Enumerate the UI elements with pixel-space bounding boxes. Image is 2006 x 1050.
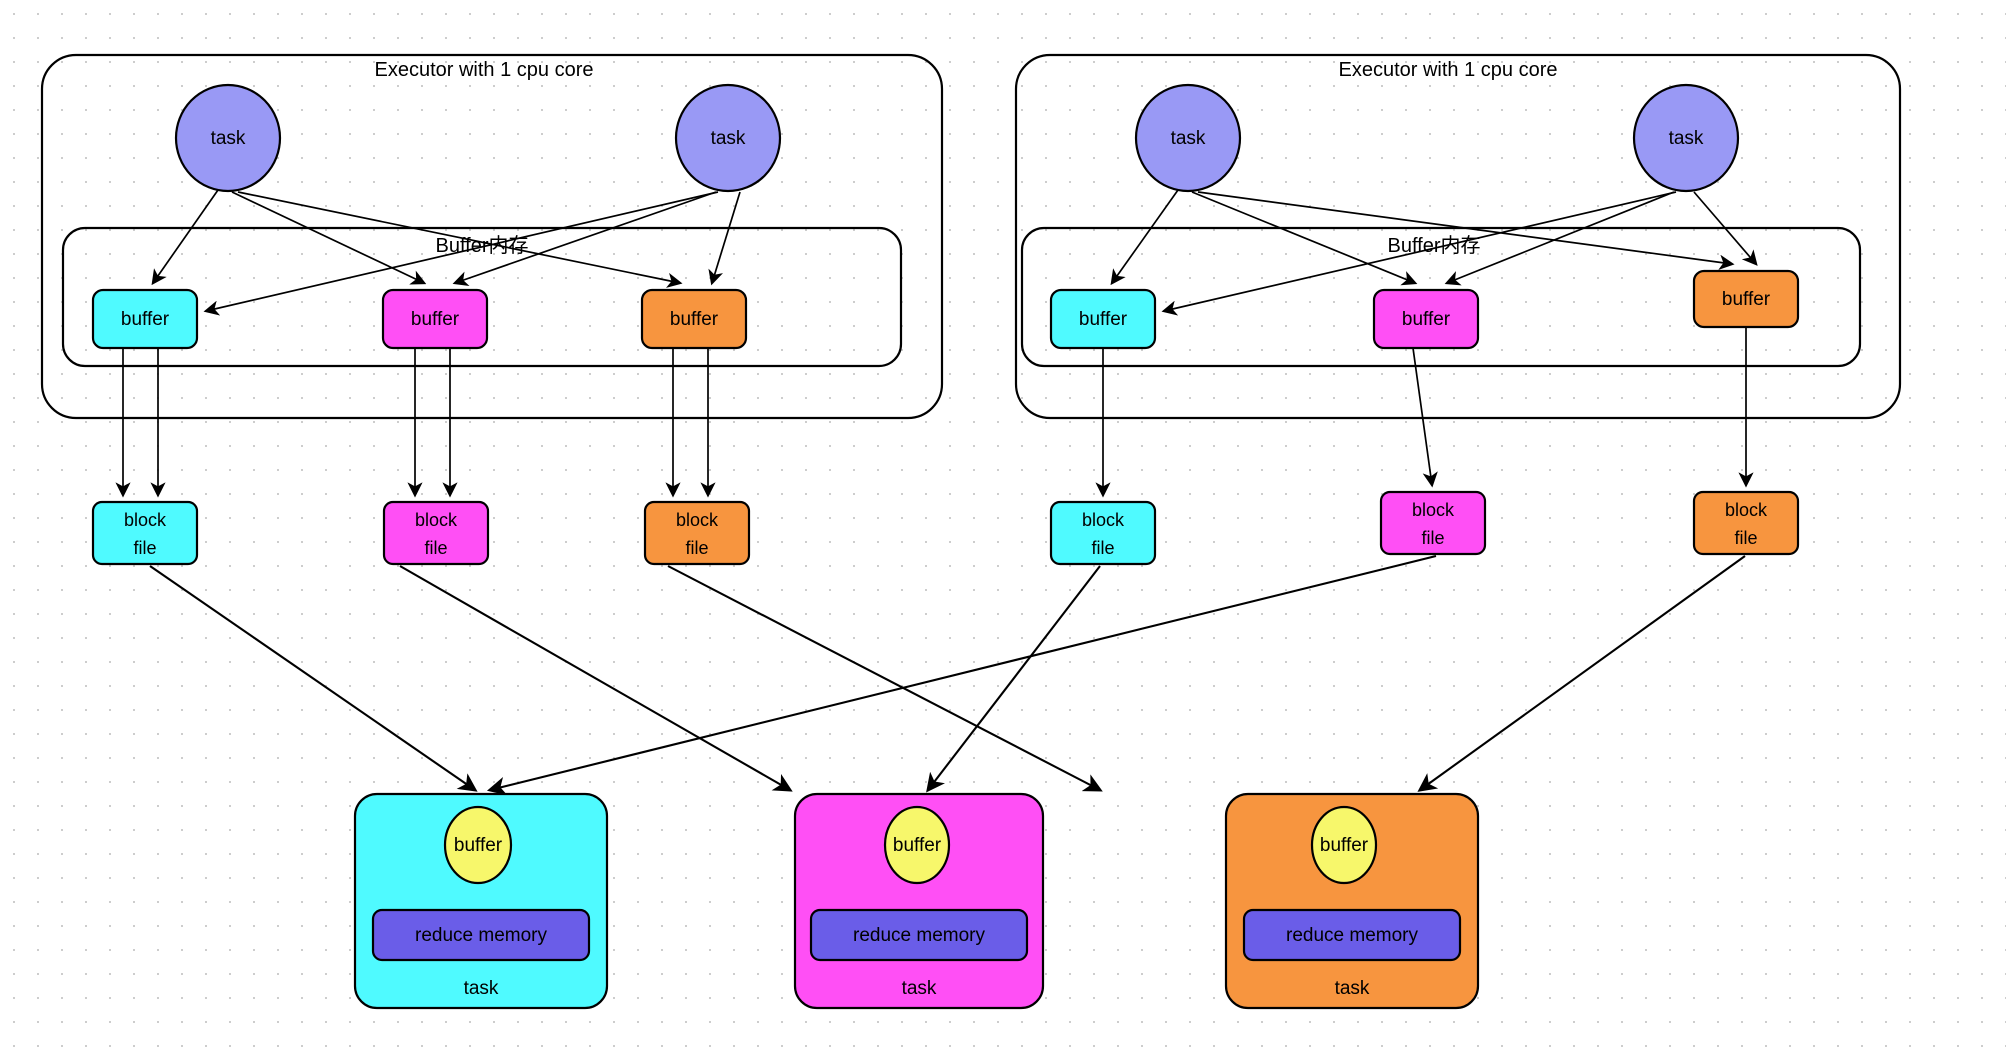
edge-blockfile1-to-reduce-cyan: [149, 565, 478, 792]
reduce-task-magenta-reduce-memory-label: reduce memory: [853, 925, 985, 946]
block-file-1-line2: file: [133, 538, 156, 558]
reduce-task-magenta-task-label: task: [902, 978, 937, 999]
executor-left-title: Executor with 1 cpu core: [375, 59, 594, 81]
block-file-6-line2: file: [1734, 528, 1757, 548]
block-file-4-line1: block: [1082, 510, 1125, 530]
reduce-task-magenta-buffer-label: buffer: [893, 835, 942, 856]
block-file-2-line2: file: [424, 538, 447, 558]
edge-blockfile6-to-reduce-orange: [1417, 555, 1746, 792]
exec-right-buffer-orange-label: buffer: [1722, 289, 1771, 310]
exec-right-task-1-label: task: [1171, 128, 1206, 149]
executor-right: Executor with 1 cpu core Buffer内存 task t…: [1014, 53, 1902, 420]
reduce-task-cyan[interactable]: buffer reduce memory task: [353, 792, 609, 1010]
block-file-3-line1: block: [676, 510, 719, 530]
reduce-task-cyan-buffer-label: buffer: [454, 835, 503, 856]
exec-right-buffer-magenta-label: buffer: [1402, 309, 1451, 330]
block-file-4-line2: file: [1091, 538, 1114, 558]
executor-left: Executor with 1 cpu core Buffer内存 task t…: [40, 53, 944, 420]
block-file-4[interactable]: block file: [1049, 500, 1157, 566]
block-file-2[interactable]: block file: [382, 500, 490, 566]
exec-left-buffer-magenta-label: buffer: [411, 309, 460, 330]
edge-blockfile5-to-reduce-cyan: [486, 554, 1437, 796]
reduce-task-orange[interactable]: buffer reduce memory task: [1224, 792, 1480, 1010]
exec-right-buffer-cyan-label: buffer: [1079, 309, 1128, 330]
reduce-task-cyan-reduce-memory-label: reduce memory: [415, 925, 547, 946]
block-file-to-reduce-task-edges: [149, 554, 1746, 796]
block-file-1[interactable]: block file: [91, 500, 199, 566]
exec-left-task-2-label: task: [711, 128, 746, 149]
exec-left-task-1-label: task: [211, 128, 246, 149]
shuffle-architecture-diagram: Executor with 1 cpu core Buffer内存 task t…: [40, 53, 1902, 1010]
reduce-task-orange-buffer-label: buffer: [1320, 835, 1369, 856]
block-file-3[interactable]: block file: [643, 500, 751, 566]
executor-right-title: Executor with 1 cpu core: [1339, 59, 1558, 81]
exec-left-buffer-orange-label: buffer: [670, 309, 719, 330]
reduce-task-orange-task-label: task: [1335, 978, 1370, 999]
reduce-task-cyan-task-label: task: [464, 978, 499, 999]
block-file-5-line1: block: [1412, 500, 1455, 520]
block-file-6[interactable]: block file: [1692, 490, 1800, 556]
exec-left-buffer-cyan-label: buffer: [121, 309, 170, 330]
edge-blockfile4-to-reduce-magenta: [926, 565, 1101, 793]
block-file-1-line1: block: [124, 510, 167, 530]
executor-right-buffer-group-label: Buffer内存: [1388, 234, 1481, 257]
block-file-5-line2: file: [1421, 528, 1444, 548]
reduce-task-orange-reduce-memory-label: reduce memory: [1286, 925, 1418, 946]
block-file-6-line1: block: [1725, 500, 1768, 520]
block-file-5[interactable]: block file: [1379, 490, 1487, 556]
reduce-task-magenta[interactable]: buffer reduce memory task: [793, 792, 1045, 1010]
exec-right-task-2-label: task: [1669, 128, 1704, 149]
block-file-2-line1: block: [415, 510, 458, 530]
block-file-3-line2: file: [685, 538, 708, 558]
